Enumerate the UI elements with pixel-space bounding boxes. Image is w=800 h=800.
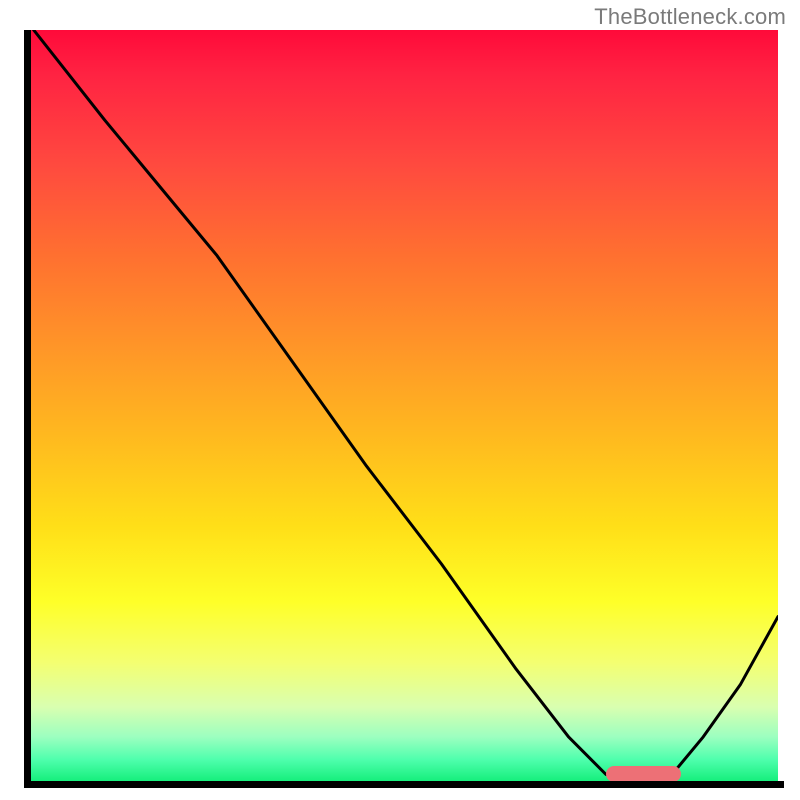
watermark-text: TheBottleneck.com <box>594 4 786 30</box>
y-axis <box>24 30 31 788</box>
x-axis <box>24 781 784 788</box>
chart-frame <box>24 30 784 790</box>
plot-gradient-background <box>30 30 778 782</box>
